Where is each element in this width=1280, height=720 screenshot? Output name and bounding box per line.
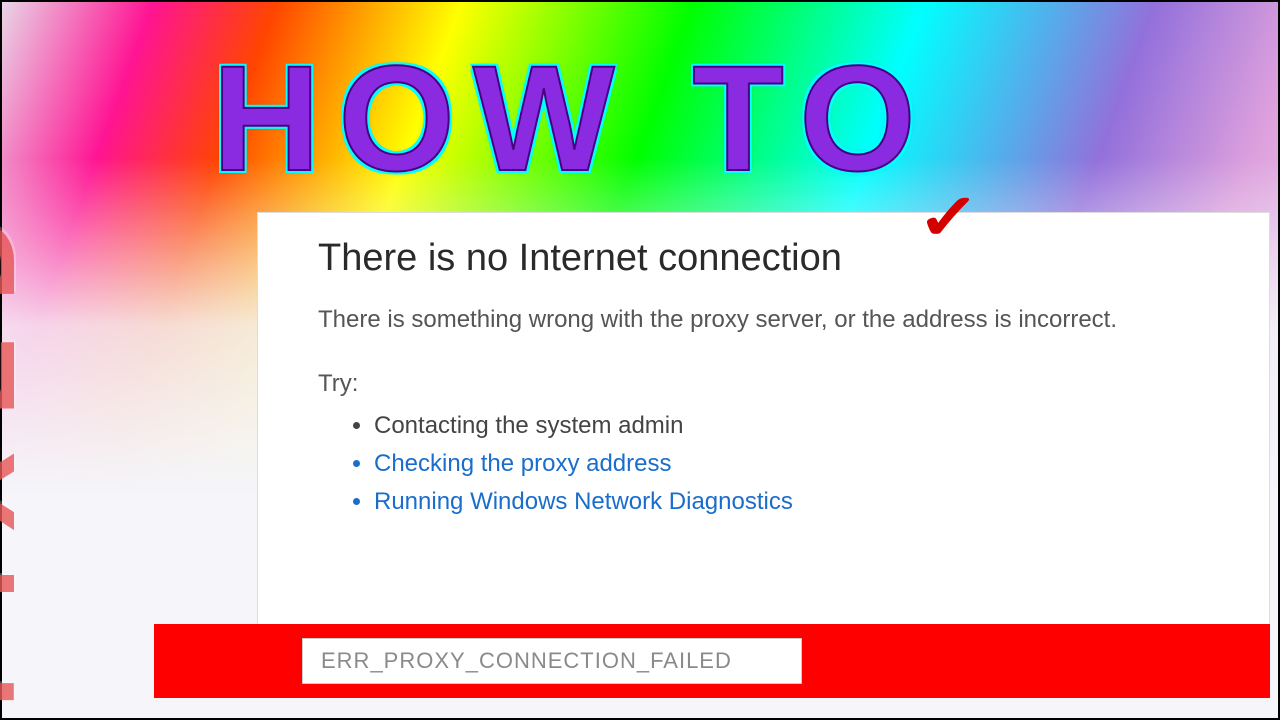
try-section: Try: Contacting the system admin Checkin… <box>318 370 1229 516</box>
try-label: Try: <box>318 370 1229 398</box>
browser-error-panel: There is no Internet connection There is… <box>257 212 1270 642</box>
error-code: ERR_PROXY_CONNECTION_FAILED <box>302 638 802 684</box>
suggestion-list: Contacting the system admin Checking the… <box>374 412 1229 516</box>
checkmark-icon: ✓ <box>917 180 981 255</box>
howto-title: HOW TO <box>212 32 934 205</box>
suggestion-link-proxy[interactable]: Checking the proxy address <box>374 450 1229 478</box>
suggestion-link-diagnostics[interactable]: Running Windows Network Diagnostics <box>374 488 1229 516</box>
error-title: There is no Internet connection <box>318 237 1229 280</box>
error-description: There is something wrong with the proxy … <box>318 306 1229 334</box>
error-code-bar: ERR_PROXY_CONNECTION_FAILED <box>154 624 1270 698</box>
suggestion-item-admin: Contacting the system admin <box>374 412 1229 440</box>
fixed-stamp: FIXED <box>0 181 42 709</box>
